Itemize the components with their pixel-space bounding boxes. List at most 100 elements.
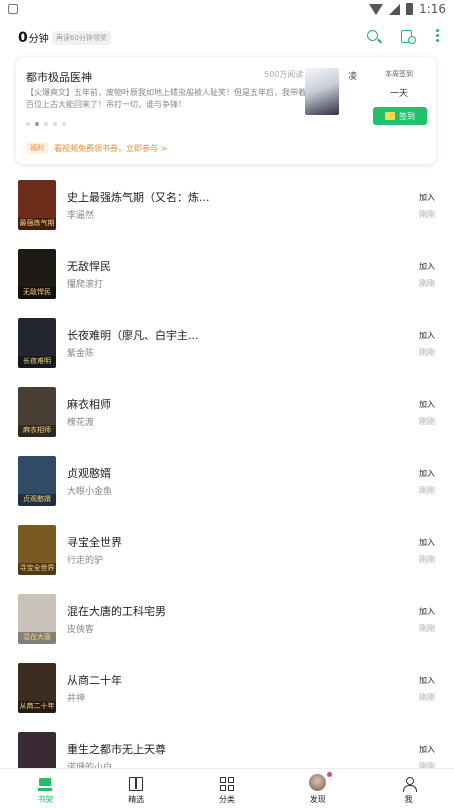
reading-hint: 再读60分钟领奖 xyxy=(52,31,111,45)
discover-avatar-icon xyxy=(309,774,327,791)
book-cover-text: 贞观憨婿 xyxy=(23,495,51,503)
add-to-shelf-button[interactable]: 加入 xyxy=(419,675,435,686)
book-cover[interactable]: 麻衣相师 xyxy=(18,387,56,437)
search-icon[interactable] xyxy=(366,29,382,45)
reading-unit: 分钟 xyxy=(28,34,49,45)
bookshelf-icon xyxy=(38,777,53,791)
book-row[interactable]: 长夜难明 长夜难明（廖凡、白宇主... 紫金陈 加入 刚刚 xyxy=(0,308,454,377)
tab-0[interactable]: 书架 xyxy=(0,769,91,808)
book-author: 行走的驴 xyxy=(67,556,104,566)
checkin-button-label: 签到 xyxy=(399,111,415,121)
reading-time[interactable]: 0 分钟 xyxy=(18,30,49,46)
add-to-shelf-button[interactable]: 加入 xyxy=(419,261,435,272)
last-read-time: 刚刚 xyxy=(419,210,435,219)
tab-label: 我 xyxy=(404,795,413,804)
book-title[interactable]: 麻衣相师 xyxy=(67,396,111,412)
book-row[interactable]: 从商二十年 从商二十年 井神 加入 刚刚 xyxy=(0,653,454,722)
book-cover[interactable]: 长夜难明 xyxy=(18,318,56,368)
battery-icon xyxy=(406,3,414,15)
tab-2[interactable]: 分类 xyxy=(182,769,273,808)
bottom-tab-bar: 书架 精选 分类 发现 我 xyxy=(0,768,454,808)
book-title[interactable]: 寻宝全世界 xyxy=(67,534,122,550)
book-cover-text: 长夜难明 xyxy=(23,357,51,365)
welfare-tag: 福利 xyxy=(26,142,48,154)
book-title[interactable]: 史上最强炼气期（又名：炼... xyxy=(67,189,210,205)
book-title[interactable]: 无敌悍民 xyxy=(67,258,111,274)
book-cover[interactable]: 寻宝全世界 xyxy=(18,525,56,575)
banner-book-cover[interactable] xyxy=(305,68,339,115)
add-to-shelf-button[interactable]: 加入 xyxy=(419,606,435,617)
book-cover-text: 无敌悍民 xyxy=(23,288,51,296)
book-row[interactable]: 无敌悍民 无敌悍民 攥爬滚打 加入 刚刚 xyxy=(0,239,454,308)
welfare-text: 看视频免费领书券，立即参与 > xyxy=(54,143,168,153)
more-menu-icon[interactable] xyxy=(434,29,440,45)
book-row[interactable]: 混在大唐 混在大唐的工科宅男皮俠客 加入刚刚 xyxy=(0,584,454,653)
add-to-shelf-button[interactable]: 加入 xyxy=(419,192,435,203)
book-author: 大眼小金鱼 xyxy=(67,487,113,497)
book-author: 紫金陈 xyxy=(67,349,95,359)
last-read-time: 刚刚 xyxy=(419,624,435,633)
checkin-days: 一天 xyxy=(389,89,408,99)
book-title[interactable]: 混在大唐的工科宅男 xyxy=(67,603,166,619)
add-to-shelf-button[interactable]: 加入 xyxy=(419,330,435,341)
book-cover[interactable]: 从商二十年 xyxy=(18,663,56,713)
person-icon xyxy=(402,777,417,792)
add-to-shelf-button[interactable]: 加入 xyxy=(419,399,435,410)
book-author: 攥爬滚打 xyxy=(67,280,104,290)
book-row[interactable]: 麻衣相师 麻衣相师 槐花渡 加入 刚刚 xyxy=(0,377,454,446)
last-read-time: 刚刚 xyxy=(419,555,435,564)
add-to-shelf-button[interactable]: 加入 xyxy=(419,468,435,479)
book-cover-text: 混在大唐 xyxy=(23,633,51,641)
book-title[interactable]: 长夜难明（廖凡、白宇主... xyxy=(67,327,199,343)
last-read-time: 刚刚 xyxy=(419,486,435,495)
banner-next-cover: 凌 xyxy=(348,72,358,82)
book-cover-text: 最强炼气期 xyxy=(19,219,55,227)
book-cover-text: 寻宝全世界 xyxy=(19,564,55,572)
tab-label: 书架 xyxy=(37,795,54,804)
book-cover[interactable]: 贞观憨婿 xyxy=(18,456,56,506)
tab-label: 发现 xyxy=(309,795,326,804)
carousel-dots xyxy=(26,122,66,126)
reading-history-icon[interactable] xyxy=(400,29,416,45)
tab-1[interactable]: 精选 xyxy=(91,769,182,808)
reading-minutes: 0 xyxy=(18,30,28,46)
welfare-link[interactable]: 福利 看视频免费领书券，立即参与 > xyxy=(26,142,167,154)
status-time: 1:16 xyxy=(419,2,446,16)
book-author: 井神 xyxy=(67,694,86,704)
book-row[interactable]: 寻宝全世界 寻宝全世界 行走的驴 加入 刚刚 xyxy=(0,515,454,584)
tab-label: 分类 xyxy=(218,795,235,804)
book-cover[interactable]: 最强炼气期 xyxy=(18,180,56,230)
notification-dot xyxy=(326,772,332,777)
recommend-banner[interactable]: 都市极品医神 500万阅读 【火爆爽文】五年前，废物叶辰我如地上蝼虫般被人耻笑！… xyxy=(16,57,436,164)
book-cover-text: 麻衣相师 xyxy=(23,426,51,434)
notification-icon xyxy=(8,4,18,14)
ticket-icon xyxy=(385,112,395,120)
book-title[interactable]: 贞观憨婿 xyxy=(67,465,111,481)
book-author: 皮俠客 xyxy=(67,625,95,635)
tab-4[interactable]: 我 xyxy=(363,769,454,808)
status-bar: 1:16 xyxy=(0,0,454,20)
checkin-panel: 本周签到 一天 签到 xyxy=(362,57,436,164)
category-grid-icon xyxy=(219,777,234,791)
book-row[interactable]: 最强炼气期 史上最强炼气期（又名：炼... 李逼然 加入刚刚 xyxy=(0,170,454,239)
cell-signal-icon xyxy=(389,3,401,15)
book-cover[interactable]: 混在大唐 xyxy=(18,594,56,644)
checkin-button[interactable]: 签到 xyxy=(373,107,427,125)
add-to-shelf-button[interactable]: 加入 xyxy=(419,537,435,548)
book-author: 李逼然 xyxy=(67,211,95,221)
tab-label: 精选 xyxy=(128,795,145,804)
book-cover-text: 从商二十年 xyxy=(19,702,55,710)
book-cover[interactable]: 无敌悍民 xyxy=(18,249,56,299)
book-title[interactable]: 重生之都市无上天尊 xyxy=(67,741,166,757)
banner-book-title: 都市极品医神 xyxy=(26,71,92,84)
wifi-icon xyxy=(369,3,384,15)
tab-3[interactable]: 发现 xyxy=(272,769,363,808)
book-author: 槐花渡 xyxy=(67,418,95,428)
book-open-icon xyxy=(129,777,144,791)
last-read-time: 刚刚 xyxy=(419,279,435,288)
banner-views: 500万阅读 xyxy=(264,70,304,79)
book-row[interactable]: 贞观憨婿 贞观憨婿 大眼小金鱼 加入 刚刚 xyxy=(0,446,454,515)
checkin-label: 本周签到 xyxy=(385,70,413,78)
book-title[interactable]: 从商二十年 xyxy=(67,672,122,688)
add-to-shelf-button[interactable]: 加入 xyxy=(419,744,435,755)
